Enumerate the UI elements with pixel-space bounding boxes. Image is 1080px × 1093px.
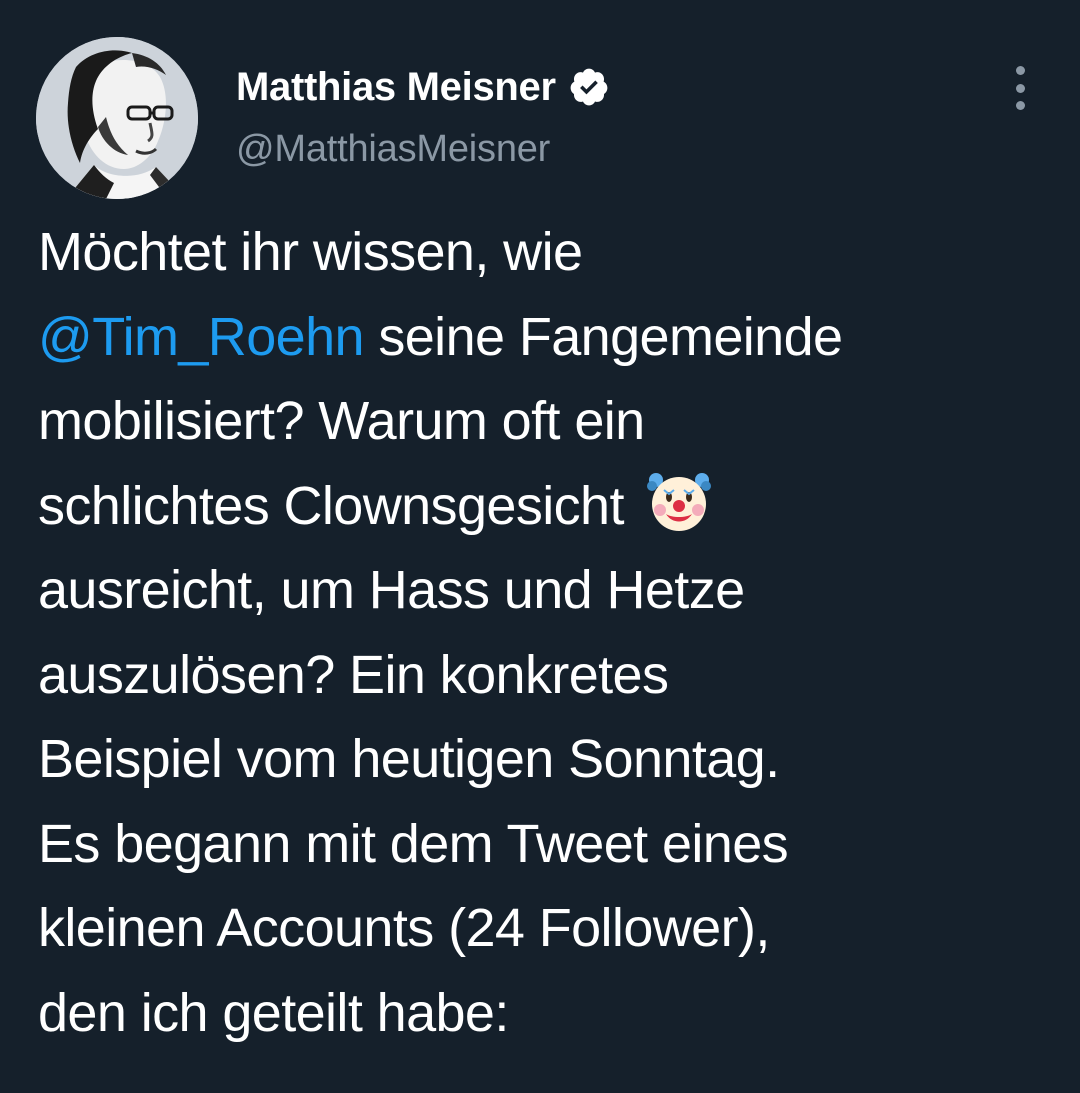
author-display-name[interactable]: Matthias Meisner — [236, 65, 556, 110]
tweet-line: schlichtes Clownsgesicht — [38, 464, 1068, 549]
more-dot — [1015, 66, 1025, 75]
mention-link[interactable]: @Tim_Roehn — [38, 307, 365, 367]
tweet-line-text: schlichtes Clownsgesicht — [38, 475, 639, 536]
tweet-line: kleinen Accounts (24 Follower), — [38, 898, 770, 958]
tweet-line: @Tim_Roehn seine Fangemeinde — [38, 295, 1068, 380]
avatar-portrait-image — [36, 37, 198, 199]
author-name-row: Matthias Meisner — [236, 62, 610, 112]
tweet-line: mobilisiert? Warum oft ein — [38, 391, 645, 451]
more-options-icon[interactable] — [1004, 66, 1036, 110]
avatar[interactable] — [36, 37, 198, 199]
author-handle[interactable]: @MatthiasMeisner — [236, 128, 610, 171]
verified-badge-icon — [568, 66, 610, 108]
tweet-line: auszulösen? Ein konkretes — [38, 644, 669, 705]
clown-face-emoji — [644, 470, 714, 534]
tweet-header: Matthias Meisner @MatthiasMeisner — [236, 62, 610, 171]
tweet-text: Möchtet ihr wissen, wie @Tim_Roehn seine… — [38, 210, 1068, 1055]
tweet-line: den ich geteilt habe: — [38, 982, 509, 1043]
more-dot — [1015, 101, 1025, 110]
tweet-line: ausreicht, um Hass und Hetze — [38, 560, 745, 620]
tweet-line: Beispiel vom heutigen Sonntag. — [38, 729, 780, 789]
tweet-line: Möchtet ihr wissen, wie — [38, 222, 583, 282]
tweet-line-text: seine Fangemeinde — [363, 306, 843, 367]
tweet-line: Es begann mit dem Tweet eines — [38, 813, 789, 874]
more-dot — [1015, 83, 1025, 93]
tweet-card: Matthias Meisner @MatthiasMeisner Möchte… — [0, 0, 1080, 1093]
